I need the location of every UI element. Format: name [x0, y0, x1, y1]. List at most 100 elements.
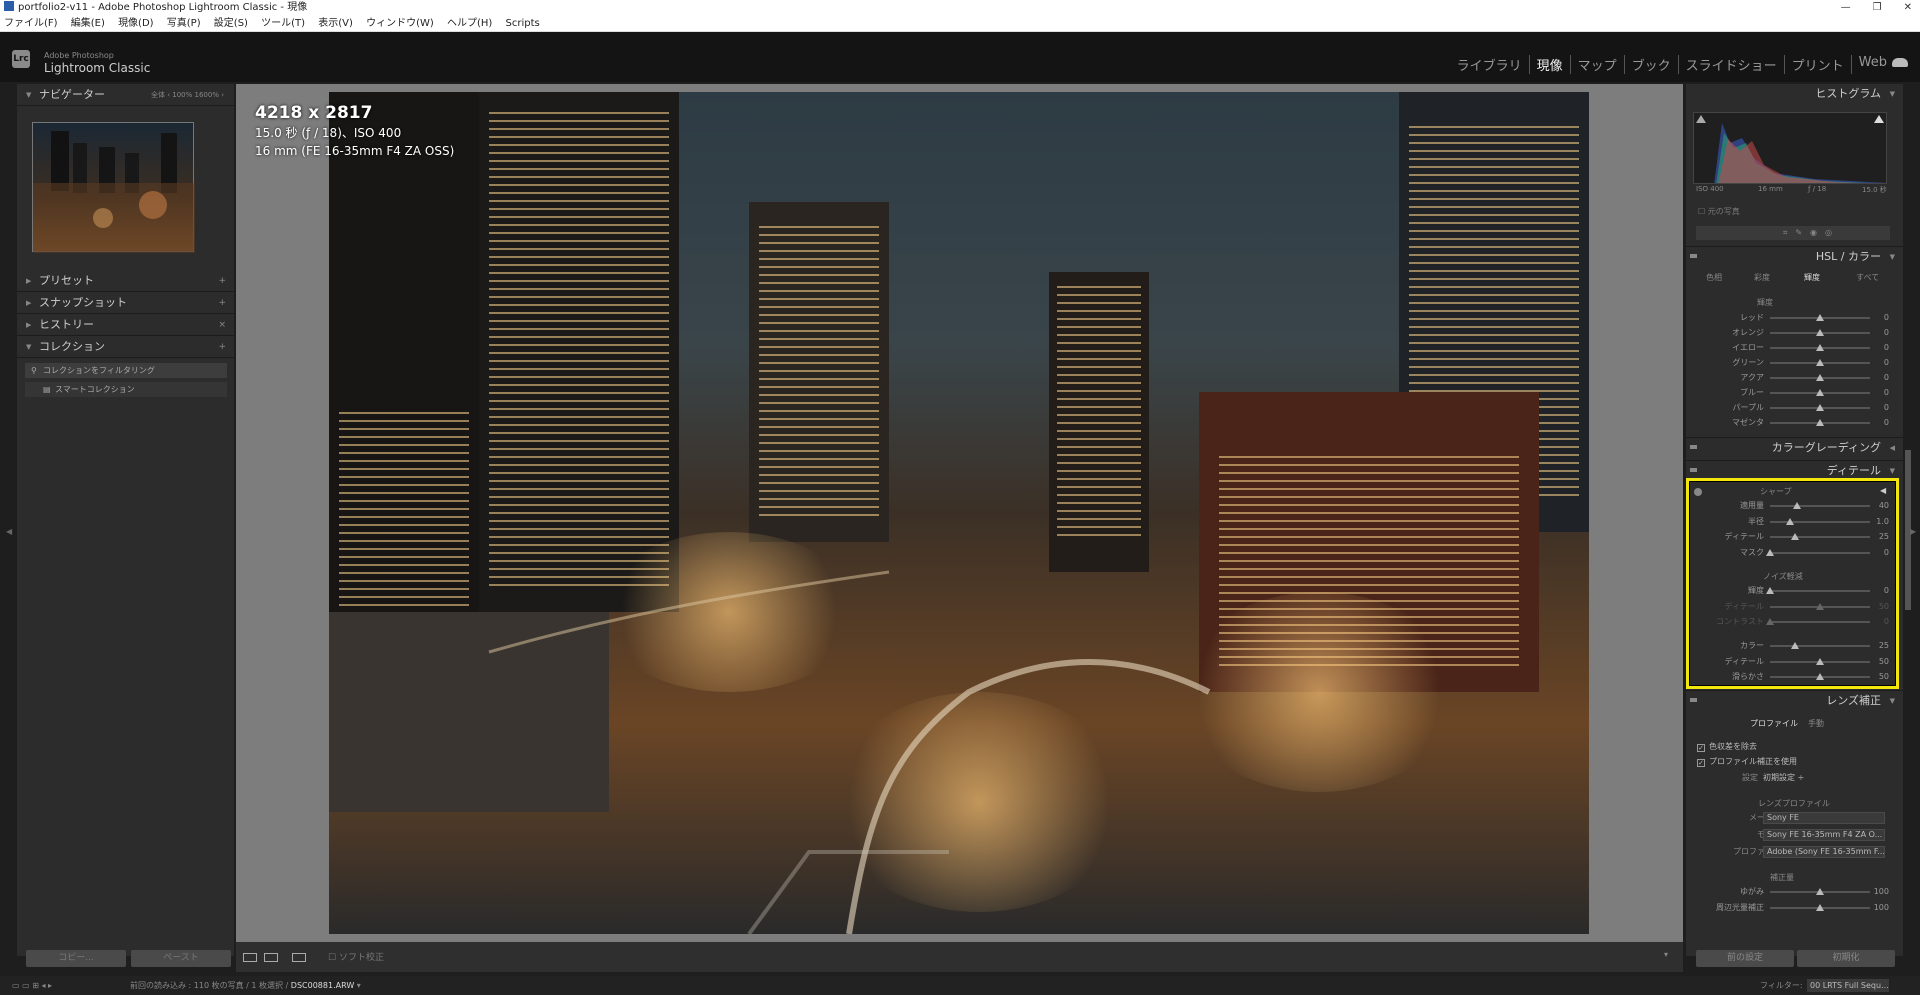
hsl-slider-thumb[interactable]	[1816, 404, 1824, 411]
noise-slider-thumb[interactable]	[1816, 657, 1824, 665]
main-photo[interactable]	[329, 92, 1589, 934]
collections-header[interactable]: ▼ コレクション +	[17, 336, 234, 358]
hsl-slider-thumb[interactable]	[1816, 329, 1824, 336]
plus-icon[interactable]: +	[218, 292, 226, 314]
sharpen-slider-track[interactable]	[1770, 505, 1870, 507]
soft-proof-toggle[interactable]: ☐ ソフト校正	[328, 950, 384, 963]
compare-view-icon[interactable]	[292, 953, 306, 962]
lens-amount-slider-thumb[interactable]	[1816, 903, 1824, 911]
sharpen-slider-track[interactable]	[1770, 551, 1870, 554]
detail-header[interactable]: ディテール ▼	[1686, 460, 1903, 480]
module-map[interactable]: マップ	[1569, 55, 1624, 74]
sharpen-slider-thumb[interactable]	[1766, 548, 1774, 556]
histogram-header[interactable]: ヒストグラム ▼	[1686, 84, 1903, 104]
noise-slider-value[interactable]: 50	[1879, 655, 1889, 669]
lens-amount-slider-thumb[interactable]	[1816, 888, 1824, 895]
lens-profile-select[interactable]: Adobe (Sony FE 16-35mm F...	[1763, 846, 1885, 858]
panel-switch-icon[interactable]	[1690, 254, 1697, 258]
menu-tools[interactable]: ツール(T)	[261, 18, 305, 29]
sharpen-slider-thumb[interactable]	[1786, 517, 1794, 525]
sharpen-slider-track[interactable]	[1770, 536, 1870, 538]
reset-button[interactable]: 初期化	[1797, 950, 1895, 967]
highlight-clipping-icon[interactable]	[1874, 115, 1884, 123]
shadow-clipping-icon[interactable]	[1696, 115, 1706, 123]
hsl-slider-thumb[interactable]	[1816, 389, 1824, 396]
copy-button[interactable]: コピー...	[26, 950, 126, 967]
right-panel-toggle-icon[interactable]: ▶	[1910, 527, 1916, 536]
hsl-slider-value[interactable]: 0	[1884, 371, 1889, 385]
hsl-tab-hue[interactable]: 色相	[1706, 272, 1722, 283]
plus-icon[interactable]: +	[218, 270, 226, 292]
hsl-tab-luminance[interactable]: 輝度	[1804, 272, 1820, 283]
original-photo-toggle[interactable]: ☐ 元の写真	[1698, 206, 1740, 217]
noise-slider-thumb[interactable]	[1766, 587, 1774, 594]
menu-view[interactable]: 表示(V)	[318, 18, 353, 29]
module-library[interactable]: ライブラリ	[1450, 55, 1529, 74]
panel-switch-icon[interactable]	[1690, 698, 1697, 702]
tool-strip[interactable]: ⌗✎◉◎	[1696, 226, 1890, 240]
close-x-icon[interactable]: ×	[218, 314, 226, 336]
hsl-slider-thumb[interactable]	[1816, 419, 1824, 426]
warning-icon[interactable]	[1694, 488, 1702, 496]
lens-tab-manual[interactable]: 手動	[1808, 718, 1824, 729]
filmstrip-nav-icons[interactable]: ▭ ▭ ⊞ ◂ ▸	[12, 976, 52, 995]
redeye-icon[interactable]: ◉	[1810, 228, 1825, 237]
loupe-view-icon[interactable]	[243, 953, 257, 962]
previous-settings-button[interactable]: 前の設定	[1696, 950, 1794, 967]
mask-icon[interactable]: ◎	[1825, 228, 1840, 237]
history-header[interactable]: ▶ ヒストリー ×	[17, 314, 234, 336]
lens-amount-slider-value[interactable]: 100	[1874, 901, 1889, 915]
hsl-slider-thumb[interactable]	[1816, 314, 1824, 321]
cloud-icon[interactable]	[1892, 58, 1908, 67]
sharpen-slider-thumb[interactable]	[1793, 502, 1801, 509]
left-panel-toggle-icon[interactable]: ◀	[6, 527, 12, 536]
navigator-preview[interactable]	[32, 122, 195, 253]
noise-slider-value[interactable]: 0	[1884, 615, 1889, 629]
lens-setting-dropdown[interactable]: 初期設定 ÷	[1763, 772, 1804, 783]
hsl-tab-all[interactable]: すべて	[1856, 272, 1879, 283]
profile-correction-checkbox[interactable]: ✓ プロファイル補正を使用	[1697, 756, 1797, 767]
module-print[interactable]: プリント	[1783, 55, 1851, 74]
toolbar-menu-icon[interactable]: ▾	[1664, 950, 1668, 959]
module-develop[interactable]: 現像	[1528, 55, 1570, 74]
module-slideshow[interactable]: スライドショー	[1677, 55, 1784, 74]
plus-icon[interactable]: +	[218, 336, 226, 358]
lens-correction-header[interactable]: レンズ補正 ▼	[1686, 690, 1903, 710]
menu-settings[interactable]: 設定(S)	[214, 18, 248, 29]
noise-slider-track[interactable]	[1770, 645, 1870, 647]
hsl-slider-thumb[interactable]	[1816, 374, 1824, 381]
paste-button[interactable]: ペースト	[131, 950, 231, 967]
presets-header[interactable]: ▶ プリセット +	[17, 270, 234, 292]
hsl-slider-value[interactable]: 0	[1884, 326, 1889, 340]
menu-edit[interactable]: 編集(E)	[71, 18, 105, 29]
panel-switch-icon[interactable]	[1690, 468, 1697, 472]
snapshots-header[interactable]: ▶ スナップショット +	[17, 292, 234, 314]
lens-amount-slider-value[interactable]: 100	[1874, 885, 1889, 899]
hsl-slider-value[interactable]: 0	[1884, 401, 1889, 415]
menu-develop[interactable]: 現像(D)	[118, 18, 154, 29]
filter-preset-select[interactable]: 00 LRTS Full Sequ...	[1807, 979, 1889, 992]
sharpen-slider-value[interactable]: 1.0	[1876, 515, 1889, 529]
panel-switch-icon[interactable]	[1690, 445, 1697, 449]
hsl-slider-value[interactable]: 0	[1884, 311, 1889, 325]
hsl-slider-value[interactable]: 0	[1884, 386, 1889, 400]
lens-model-select[interactable]: Sony FE 16-35mm F4 ZA O...	[1763, 829, 1885, 841]
minimize-icon[interactable]: —	[1841, 0, 1851, 16]
module-web[interactable]: Web	[1850, 55, 1894, 74]
lens-tab-profile[interactable]: プロファイル	[1750, 718, 1798, 729]
noise-slider-track[interactable]	[1770, 590, 1870, 592]
sharpen-preview-triangle-icon[interactable]: ◀	[1880, 486, 1886, 495]
sharpen-slider-track[interactable]	[1770, 520, 1870, 523]
maximize-icon[interactable]: ❐	[1873, 0, 1882, 16]
close-icon[interactable]: ✕	[1904, 0, 1912, 16]
color-grading-header[interactable]: カラーグレーディング ◀	[1686, 437, 1903, 457]
hsl-header[interactable]: HSL / カラー ▼	[1686, 246, 1903, 266]
sharpen-slider-value[interactable]: 0	[1884, 546, 1889, 560]
collection-filter-input[interactable]: ⚲ コレクションをフィルタリング	[25, 363, 227, 378]
hsl-slider-value[interactable]: 0	[1884, 356, 1889, 370]
menu-help[interactable]: ヘルプ(H)	[447, 18, 492, 29]
lens-maker-select[interactable]: Sony FE	[1763, 812, 1885, 824]
hsl-slider-thumb[interactable]	[1816, 344, 1824, 351]
menu-scripts[interactable]: Scripts	[506, 18, 540, 29]
smart-collection-item[interactable]: ▤ スマートコレクション	[25, 382, 227, 397]
